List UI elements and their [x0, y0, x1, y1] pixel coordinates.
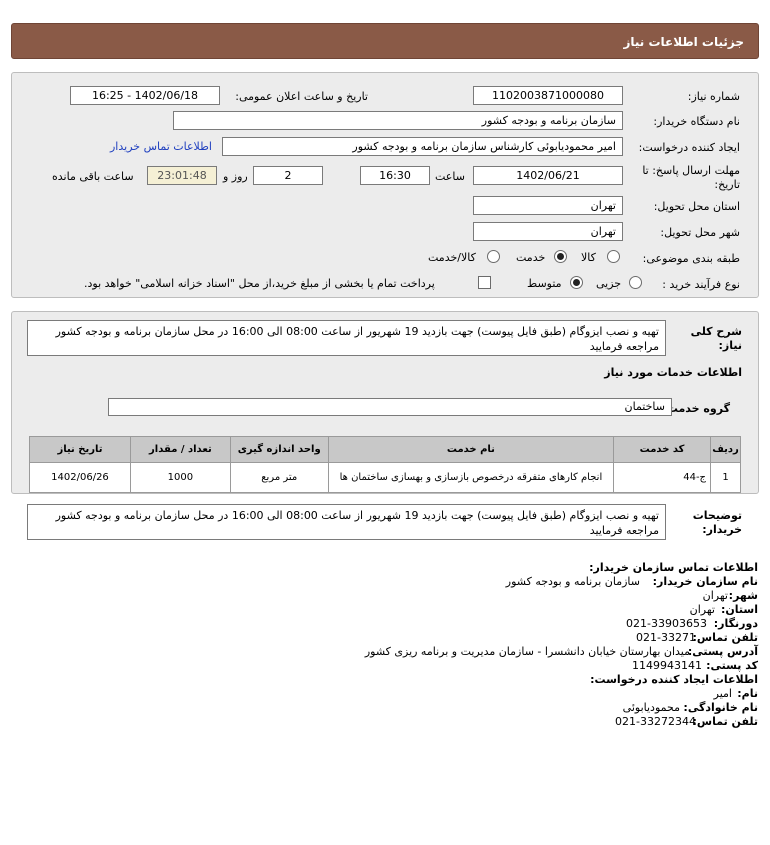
category-goods-service-label: کالا/خدمت	[428, 251, 476, 264]
announce-label: تاریخ و ساعت اعلان عمومی:	[235, 90, 368, 103]
description-label-2: نیاز:	[718, 339, 742, 352]
category-goods-label: کالا	[581, 251, 596, 264]
service-group-field: ساختمان	[108, 398, 672, 416]
cell-unit: متر مربع	[229, 462, 329, 493]
services-table: ردیف کد خدمت نام خدمت واحد اندازه گیری ت…	[29, 436, 741, 493]
deadline-time-label: ساعت	[435, 170, 465, 183]
page-title: جزئیات اطلاعات نیاز	[623, 35, 744, 49]
buyer-org-label: نام دستگاه خریدار:	[653, 115, 740, 128]
contact-org: سازمان برنامه و بودجه کشور	[505, 575, 640, 588]
creator-label: ایجاد کننده درخواست:	[638, 141, 740, 154]
purchase-type-label: نوع فرآیند خرید :	[662, 278, 740, 291]
col-index: ردیف	[710, 436, 741, 463]
category-radio-service[interactable]	[554, 250, 567, 263]
category-radio-goods-service[interactable]	[487, 250, 500, 263]
province-label: استان محل تحویل:	[653, 200, 740, 213]
col-qty: تعداد / مقدار	[129, 436, 231, 463]
contact-city-label: شهر:	[728, 589, 758, 602]
description-text: تهیه و نصب ایزوگام (طبق فایل پیوست) جهت …	[27, 320, 666, 356]
contact-address-label: آدرس پستی:	[687, 645, 758, 658]
need-number-field: 1102003871000080	[473, 86, 623, 105]
contact-province: تهران	[689, 603, 715, 616]
treasury-note: پرداخت تمام یا بخشی از مبلغ خرید،از محل …	[84, 277, 435, 290]
contact-fax: 021-33903653	[626, 617, 707, 630]
days-field: 2	[253, 166, 323, 185]
purchase-radio-medium[interactable]	[570, 276, 583, 289]
contact-fax-label: دورنگار:	[713, 617, 758, 630]
contact-province-label: استان:	[721, 603, 758, 616]
category-service-label: خدمت	[516, 251, 546, 264]
category-label: طبقه بندی موضوعی:	[642, 252, 740, 265]
col-name: نام خدمت	[327, 436, 615, 463]
table-row: 1 ج-44 انجام کارهای متفرقه درخصوص بازساز…	[29, 462, 741, 493]
contact-org-label: نام سازمان خریدار:	[652, 575, 758, 588]
remaining-label: ساعت باقی مانده	[52, 170, 134, 183]
contact-title: اطلاعات تماس سازمان خریدار:	[589, 561, 758, 574]
deadline-label-2: تاریخ:	[714, 178, 740, 191]
cell-code: ج-44	[613, 462, 712, 493]
creator-name-label: نام:	[737, 687, 758, 700]
contact-city: تهران	[702, 589, 728, 602]
cell-index: 1	[710, 462, 741, 493]
creator-phone: 021-33272344	[615, 715, 696, 728]
announce-field: 1402/06/18 - 16:25	[70, 86, 220, 105]
remaining-time-field: 23:01:48	[147, 166, 217, 185]
category-radio-goods[interactable]	[607, 250, 620, 263]
purchase-minor-label: جزیی	[596, 277, 622, 290]
deadline-date-field: 1402/06/21	[473, 166, 623, 185]
deadline-time-field: 16:30	[360, 166, 430, 185]
contact-postal-label: کد پستی:	[706, 659, 758, 672]
table-header-row: ردیف کد خدمت نام خدمت واحد اندازه گیری ت…	[29, 436, 741, 463]
col-date: تاریخ نیاز	[29, 436, 131, 463]
deadline-label: مهلت ارسال پاسخ: تا	[642, 164, 740, 177]
purchase-radio-minor[interactable]	[629, 276, 642, 289]
contact-phone: 021-33271	[636, 631, 696, 644]
days-label: روز و	[223, 170, 248, 183]
creator-family-label: نام خانوادگی:	[683, 701, 758, 714]
province-field: تهران	[473, 196, 623, 215]
buyer-notes-text: تهیه و نصب ایزوگام (طبق فایل پیوست) جهت …	[27, 504, 666, 540]
creator-info-title: اطلاعات ایجاد کننده درخواست:	[590, 673, 758, 686]
col-code: کد خدمت	[613, 436, 712, 463]
buyer-notes-label: توضیحات	[692, 509, 742, 522]
creator-phone-label: تلفن تماس:	[692, 715, 758, 728]
treasury-checkbox[interactable]	[478, 276, 491, 289]
cell-qty: 1000	[129, 462, 231, 493]
service-group-label: گروه خدمت:	[662, 402, 730, 415]
buyer-notes-label-2: خریدار:	[702, 523, 742, 536]
city-label: شهر محل تحویل:	[660, 226, 740, 239]
purchase-medium-label: متوسط	[527, 277, 562, 290]
need-number-label: شماره نیاز:	[687, 90, 740, 103]
creator-field: امیر محمودیابوئی کارشناس سازمان برنامه و…	[222, 137, 623, 156]
contact-phone-label: تلفن تماس:	[692, 631, 758, 644]
contact-address: میدان بهارستان خیابان دانشسرا - سازمان م…	[364, 645, 690, 658]
contact-postal: 1149943141	[632, 659, 702, 672]
buyer-org-field: سازمان برنامه و بودجه کشور	[173, 111, 623, 130]
description-label: شرح کلی	[690, 325, 742, 338]
col-unit: واحد اندازه گیری	[229, 436, 329, 463]
page-header: جزئیات اطلاعات نیاز	[11, 23, 759, 59]
city-field: تهران	[473, 222, 623, 241]
buyer-contact-link[interactable]: اطلاعات تماس خریدار	[110, 140, 212, 153]
cell-date: 1402/06/26	[29, 462, 131, 493]
creator-name: امیر	[713, 687, 732, 700]
services-section-title: اطلاعات خدمات مورد نیاز	[604, 366, 742, 379]
cell-name: انجام کارهای متفرقه درخصوص بازسازی و بهس…	[327, 462, 615, 493]
creator-family: محمودیابوئی	[622, 701, 680, 714]
